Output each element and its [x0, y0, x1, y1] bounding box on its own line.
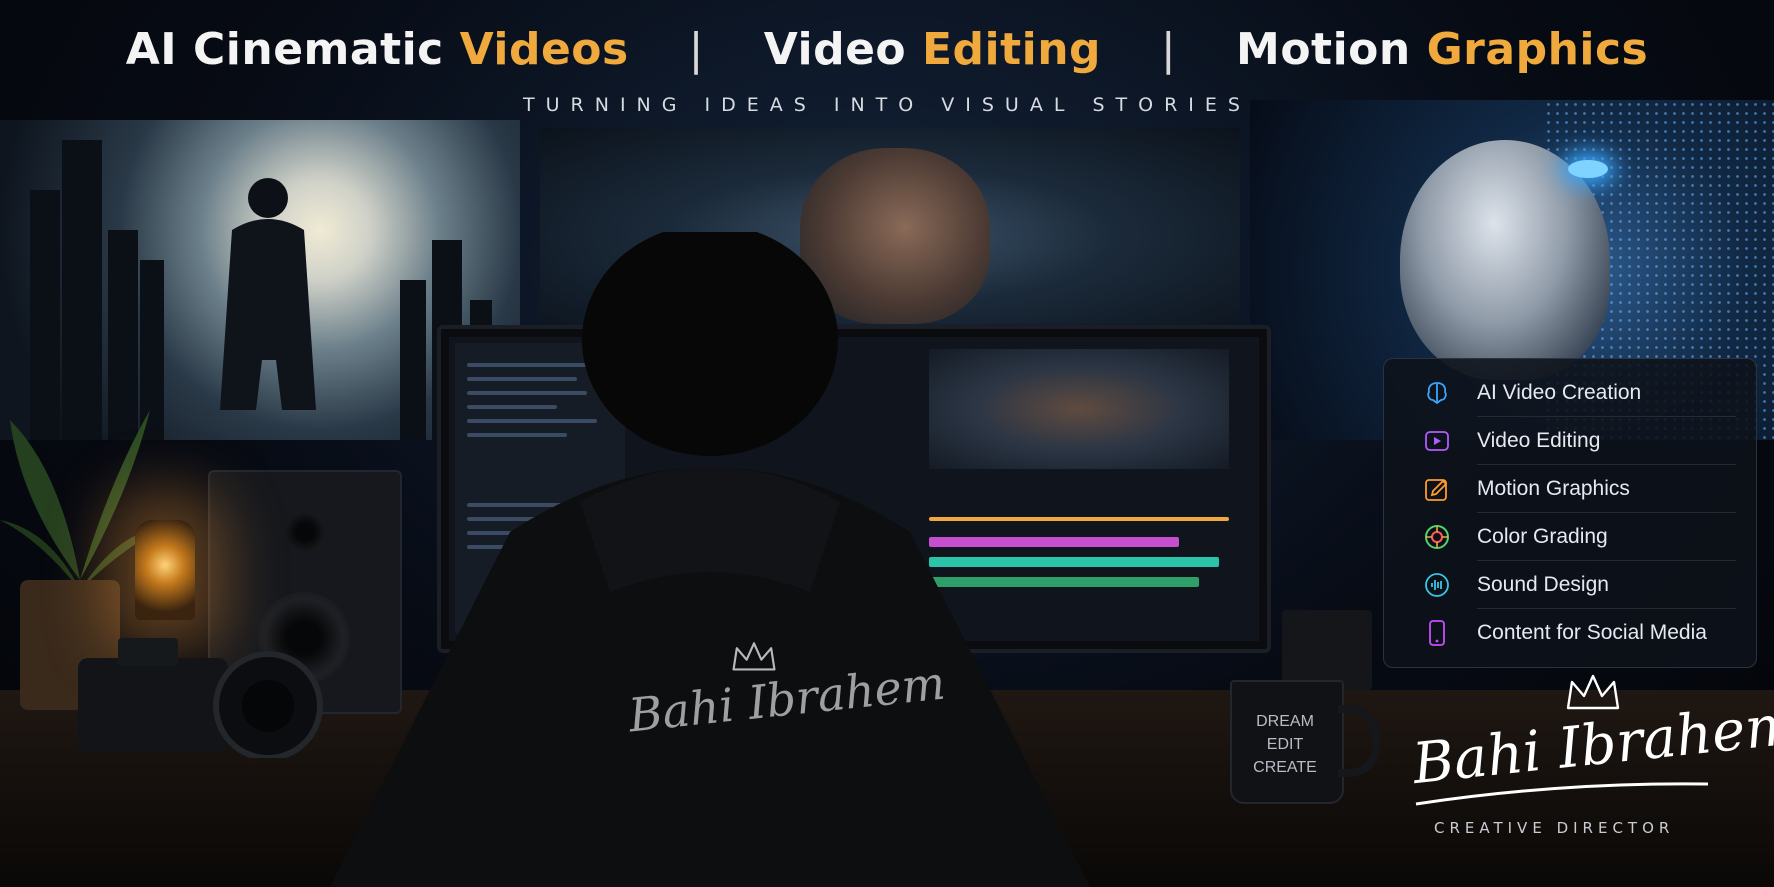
- pen-holder: [1282, 610, 1372, 690]
- headline: AI Cinematic Videos | Video Editing | Mo…: [0, 24, 1774, 75]
- brain-icon: [1427, 382, 1447, 405]
- service-label: Sound Design: [1477, 573, 1609, 596]
- headline-part2: Video: [763, 24, 907, 75]
- banner-scene: AI Cinematic Videos | Video Editing | Mo…: [0, 0, 1774, 887]
- service-item: Sound Design: [1384, 561, 1756, 609]
- headline-part3: Motion: [1236, 24, 1411, 75]
- headline-separator: |: [1160, 24, 1177, 75]
- service-item: AI Video Creation: [1384, 369, 1756, 417]
- mug-line-2: EDIT: [1266, 736, 1304, 753]
- service-item: Color Grading: [1384, 513, 1756, 561]
- headline-part1: AI Cinematic: [125, 24, 444, 75]
- tagline: TURNING IDEAS INTO VISUAL STORIES: [523, 94, 1251, 116]
- mug-line-1: DREAM: [1256, 713, 1314, 730]
- service-label: AI Video Creation: [1477, 381, 1642, 404]
- service-item: Motion Graphics: [1384, 465, 1756, 513]
- signature-title: CREATIVE DIRECTOR: [1434, 819, 1675, 837]
- service-label: Color Grading: [1477, 525, 1608, 548]
- service-label: Content for Social Media: [1477, 621, 1707, 644]
- signature-underline: [1415, 782, 1709, 806]
- phone-icon: [1429, 620, 1445, 646]
- headline-part3-accent: Graphics: [1426, 24, 1649, 75]
- mug-line-3: CREATE: [1253, 759, 1317, 776]
- play-icon: [1425, 431, 1449, 451]
- headline-separator: |: [688, 24, 704, 75]
- crown-icon: [1566, 674, 1620, 710]
- services-card: AI Video Creation Video Editing Motion G…: [1383, 358, 1757, 668]
- hooded-figure-icon: [220, 178, 316, 410]
- sound-wave-icon: [1425, 573, 1449, 597]
- editor-person: [330, 232, 1090, 887]
- lamp-icon: [135, 520, 195, 620]
- headline-part2-accent: Editing: [921, 24, 1102, 75]
- camera-icon: [78, 638, 323, 758]
- headline-part1-accent: Videos: [459, 24, 629, 75]
- mug-text: DREAM EDIT CREATE: [1230, 710, 1340, 779]
- color-wheel-icon: [1425, 525, 1449, 549]
- service-label: Video Editing: [1477, 429, 1601, 452]
- pen-icon: [1425, 479, 1448, 501]
- service-item: Video Editing: [1384, 417, 1756, 465]
- hoodie-crown-icon: [732, 642, 776, 671]
- service-item: Content for Social Media: [1384, 609, 1756, 657]
- service-label: Motion Graphics: [1477, 477, 1630, 500]
